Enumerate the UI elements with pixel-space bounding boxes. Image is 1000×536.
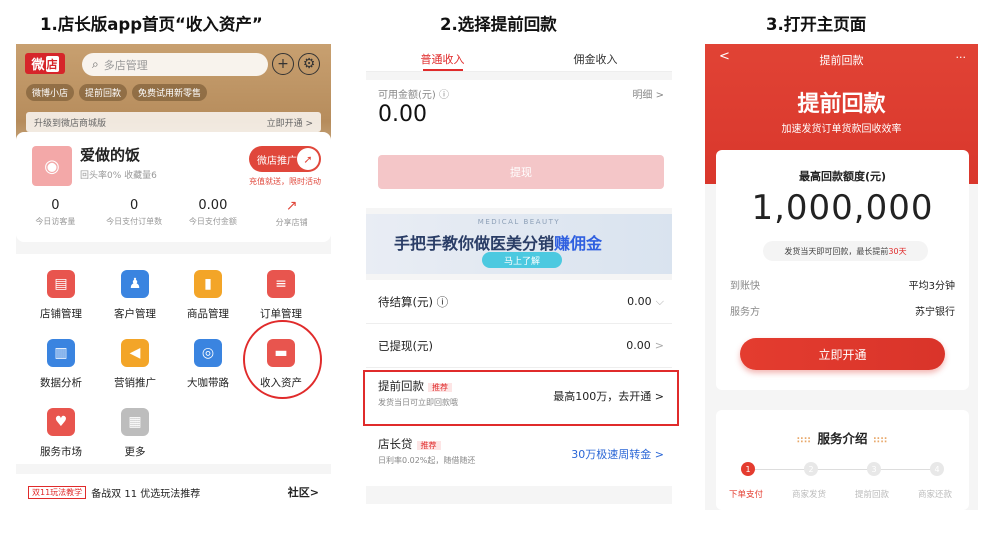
highlight-box <box>363 370 679 426</box>
service-intro-card: ∷∷ 服务介绍 ∷∷ 1 2 3 4 下单支付 商家发货 提前回款 商家还款 <box>716 410 969 510</box>
chip-advance[interactable]: 提前回款 <box>79 84 128 101</box>
max-amount: 1,000,000 <box>751 188 934 228</box>
guide-icon: ◎ <box>194 339 222 367</box>
grid-order[interactable]: ≡ 订单管理 <box>244 270 318 321</box>
today-stats: 0 今日访客量 0 今日支付订单数 0.00 今日支付金额 ↗ 分享店铺 <box>16 198 331 228</box>
steps-line <box>748 469 937 470</box>
step-label-3: 提前回款 <box>854 490 889 500</box>
rocket-icon: ➚ <box>297 148 319 170</box>
quota-card: 最高回款额度(元) 1,000,000 发货当天即可回款，最长提前 30天 到账快… <box>716 150 969 390</box>
pending-settlement-row[interactable]: 待结算(元) ⓘ 0.00 ⌵ <box>366 280 672 324</box>
app-logo: 微店 <box>25 53 65 74</box>
banner-top-text: MEDICAL BEAUTY <box>477 218 561 226</box>
available-label: 可用金额(元) ⓘ <box>378 90 449 101</box>
bottom-tag: 双11玩法教学 <box>28 485 87 499</box>
stat-orders[interactable]: 0 今日支付订单数 <box>95 198 174 228</box>
process-steps: 1 2 3 4 <box>724 462 961 476</box>
grid-guide[interactable]: ◎ 大咖带路 <box>171 339 245 390</box>
step-label-1: 下单支付 <box>728 490 763 500</box>
nav-title: 提前回款 <box>819 54 864 67</box>
stat-amount[interactable]: 0.00 今日支付金额 <box>174 198 253 228</box>
provider-row: 服务方 苏宁银行 <box>730 307 955 318</box>
step-label-2: 商家发货 <box>791 490 826 500</box>
chevron-down-icon: ⌵ <box>655 294 664 308</box>
chart-icon: ▥ <box>47 339 75 367</box>
grid-service-market[interactable]: ♥ 服务市场 <box>24 408 98 459</box>
more-icon[interactable]: ··· <box>956 51 967 64</box>
shop-card: ◉ 爱做的饭 回头率0% 收藏量6 微店推广 ➚ 充值就送，限时活动 0 今日访客量… <box>16 132 331 242</box>
search-icon: ⌕ <box>92 57 99 71</box>
grid-marketing[interactable]: ◀ 营销推广 <box>98 339 172 390</box>
step-dot-2: 2 <box>804 462 818 476</box>
quick-chips: 微博小店 提前回款 免费试用新零售 <box>26 84 208 101</box>
megaphone-icon: ◀ <box>121 339 149 367</box>
upgrade-bar[interactable]: 升级到微店商城版 立即开通 > <box>26 112 321 132</box>
subline: 加速发货订单货款回收效率 <box>781 124 902 135</box>
shop-stats: 回头率0% 收藏量6 <box>80 171 157 181</box>
step-label-4: 商家还款 <box>917 490 952 500</box>
chevron-right-icon: > <box>654 339 664 352</box>
arrival-row: 到账快 平均3分钟 <box>730 281 955 292</box>
step3-title: 3.打开主页面 <box>766 15 867 34</box>
advance-days-pill: 发货当天即可回款，最长提前 30天 <box>763 241 928 261</box>
goods-icon: ▮ <box>194 270 222 298</box>
intro-title: ∷∷ 服务介绍 ∷∷ <box>796 431 889 446</box>
step1-title: 1.店长版app首页“收入资产” <box>40 15 263 34</box>
step-dot-1: 1 <box>741 462 755 476</box>
search-input[interactable]: ⌕ 多店管理 <box>82 53 268 76</box>
promo-subtext: 充值就送，限时活动 <box>249 177 321 186</box>
step-dot-4: 4 <box>930 462 944 476</box>
add-icon[interactable]: + <box>272 53 294 75</box>
grid-customer[interactable]: ♟ 客户管理 <box>98 270 172 321</box>
grid-analytics[interactable]: ▥ 数据分析 <box>24 339 98 390</box>
chip-trial[interactable]: 免费试用新零售 <box>132 84 208 101</box>
grid-store[interactable]: ▤ 店铺管理 <box>24 270 98 321</box>
store-icon: ▤ <box>47 270 75 298</box>
promo-button[interactable]: 微店推广 ➚ <box>249 146 321 172</box>
banner-main-text: 手把手教你做医美分销赚佣金 <box>394 234 603 253</box>
tab-commission-income[interactable]: 佣金收入 <box>519 44 672 71</box>
customer-icon: ♟ <box>121 270 149 298</box>
advance-payment-screen: < 提前回款 ··· 提前回款 加速发货订单货款回收效率 最高回款额度(元) 1… <box>705 44 978 510</box>
order-icon: ≡ <box>267 270 295 298</box>
income-tabs: 普通收入 佣金收入 <box>366 44 672 72</box>
detail-link[interactable]: 明细 > <box>632 86 664 101</box>
store-loan-row[interactable]: 店长贷 推荐 日利率0.02%起，随借随还 30万极速周转金 > <box>366 426 672 486</box>
highlight-circle <box>243 320 322 399</box>
avatar[interactable]: ◉ <box>32 146 72 186</box>
stat-visitors[interactable]: 0 今日访客量 <box>16 198 95 228</box>
medical-beauty-banner[interactable]: MEDICAL BEAUTY 手把手教你做医美分销赚佣金 马上了解 <box>366 214 672 274</box>
grid-goods[interactable]: ▮ 商品管理 <box>171 270 245 321</box>
available-amount: 0.00 <box>378 102 427 127</box>
share-shop[interactable]: ↗ 分享店铺 <box>252 198 331 228</box>
available-balance: 可用金额(元) ⓘ 明细 > 0.00 提现 <box>366 80 672 208</box>
share-icon: ↗ <box>285 198 298 214</box>
heart-icon: ♥ <box>47 408 75 436</box>
recommend-badge: 推荐 <box>416 441 441 450</box>
tab-normal-income[interactable]: 普通收入 <box>366 44 519 71</box>
more-icon: ▦ <box>121 408 149 436</box>
headline: 提前回款 <box>797 92 886 117</box>
gear-icon[interactable]: ⚙ <box>298 53 320 75</box>
withdrawn-row[interactable]: 已提现(元) 0.00 > <box>366 324 672 368</box>
step2-title: 2.选择提前回款 <box>440 15 557 34</box>
open-now-button[interactable]: 立即开通 <box>740 338 945 370</box>
community-link[interactable]: 社区> <box>288 484 319 500</box>
bottom-banner[interactable]: 双11玩法教学 备战双 11 优选玩法推荐 社区> <box>16 474 331 510</box>
home-screen: 微店 ⌕ 多店管理 + ⚙ 微博小店 提前回款 免费试用新零售 升级到微店商城版立… <box>16 44 331 510</box>
banner-learn-button[interactable]: 马上了解 <box>482 252 562 268</box>
shop-name: 爱做的饭 <box>80 146 141 164</box>
step-dot-3: 3 <box>867 462 881 476</box>
withdraw-button[interactable]: 提现 <box>378 155 664 189</box>
chip-weibo[interactable]: 微博小店 <box>26 84 75 101</box>
bottom-text: 备战双 11 优选玩法推荐 <box>91 488 201 500</box>
loan-link[interactable]: 30万极速周转金 > <box>571 446 664 462</box>
income-screen: 普通收入 佣金收入 可用金额(元) ⓘ 明细 > 0.00 提现 MEDICAL… <box>366 44 672 504</box>
grid-more[interactable]: ▦ 更多 <box>98 408 172 459</box>
max-label: 最高回款额度(元) <box>798 170 887 183</box>
